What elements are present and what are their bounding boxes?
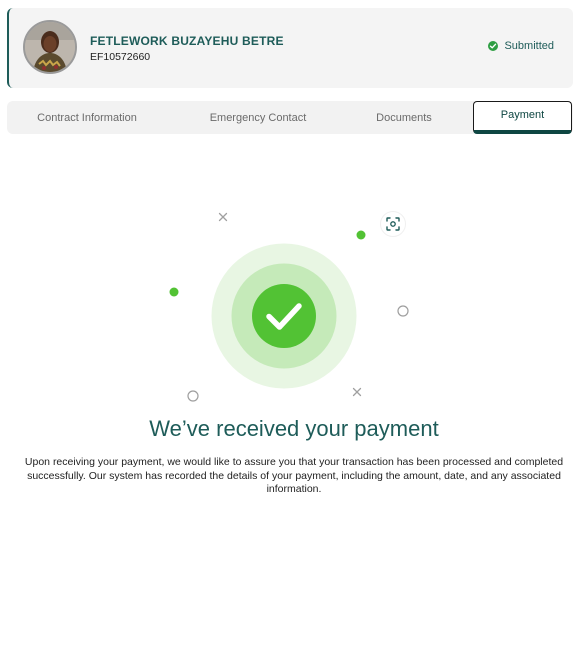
tab-bar: Contract Information Emergency Contact D… bbox=[7, 101, 573, 134]
scan-icon bbox=[380, 211, 406, 237]
success-ring-inner bbox=[252, 284, 316, 348]
tab-documents[interactable]: Documents bbox=[364, 101, 444, 134]
employee-name: FETLEWORK BUZAYEHU BETRE bbox=[90, 34, 284, 48]
tab-payment[interactable]: Payment bbox=[473, 101, 572, 134]
tab-contract-information[interactable]: Contract Information bbox=[23, 101, 151, 134]
success-title: We’ve received your payment bbox=[149, 416, 439, 441]
decor-dot bbox=[356, 230, 366, 240]
status-badge: Submitted bbox=[488, 40, 554, 52]
employee-id: EF10572660 bbox=[90, 51, 151, 63]
decor-ring bbox=[397, 305, 409, 317]
status-label: Submitted bbox=[504, 40, 554, 52]
decor-ring bbox=[187, 390, 199, 402]
decor-dot bbox=[169, 287, 179, 297]
decor-x-icon bbox=[352, 387, 362, 397]
success-illustration bbox=[169, 211, 409, 402]
profile-card: FETLEWORK BUZAYEHU BETRE EF10572660 Subm… bbox=[7, 8, 573, 88]
success-description: Upon receiving your payment, we would li… bbox=[24, 456, 564, 495]
check-circle-icon bbox=[488, 41, 499, 51]
decor-x-icon bbox=[218, 212, 228, 222]
avatar bbox=[23, 20, 77, 74]
tab-emergency-contact[interactable]: Emergency Contact bbox=[197, 101, 319, 134]
